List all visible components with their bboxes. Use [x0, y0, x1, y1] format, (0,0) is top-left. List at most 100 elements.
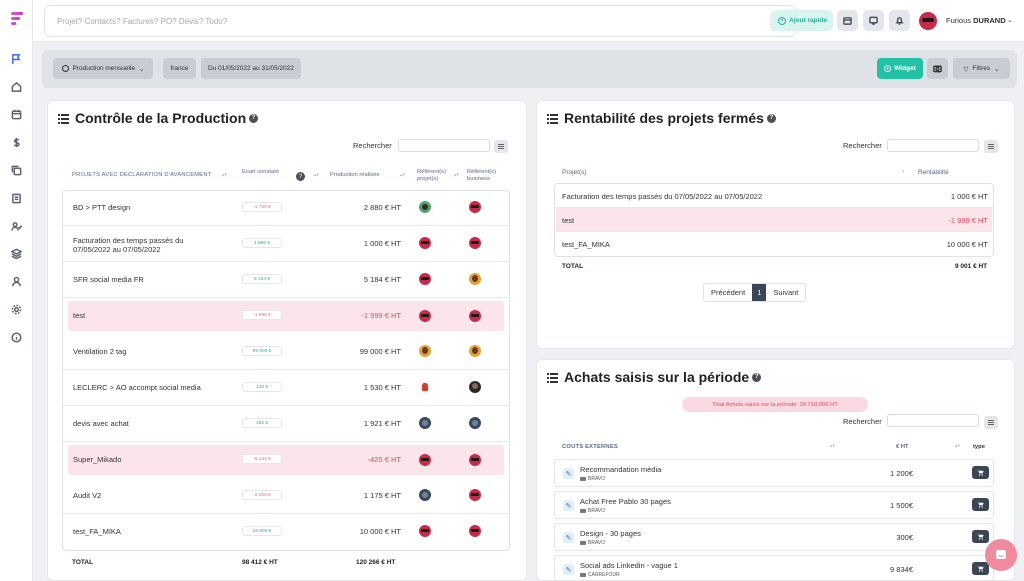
cart-button[interactable] [972, 562, 989, 575]
edit-icon[interactable]: ✎ [563, 532, 574, 543]
avatar[interactable] [419, 489, 431, 501]
col-ref-business[interactable]: Référent(s) business [467, 169, 505, 183]
settings-icon[interactable] [9, 302, 24, 317]
period-filter[interactable]: Du 01/05/2022 au 31/05/2022 [201, 58, 301, 79]
avatar[interactable] [469, 417, 481, 429]
avatar[interactable] [419, 237, 431, 249]
table-row[interactable]: BD > PTT design -1 720 € 2 880 € HT [63, 190, 509, 226]
avatar[interactable] [419, 454, 431, 466]
global-search-field[interactable]: Projet? Contacts? Factures? PO? Devis? T… [44, 5, 796, 37]
list-item[interactable]: ✎ Social ads Linkedin - vague 1 CARREFOU… [554, 555, 994, 581]
avatar[interactable] [419, 525, 431, 537]
avatar[interactable] [469, 237, 481, 249]
avatar[interactable] [469, 381, 481, 393]
table-row[interactable]: test -1 999 € -1 999 € HT [68, 301, 504, 331]
edit-icon[interactable]: ✎ [563, 564, 574, 575]
view-select[interactable]: Production mensuelle ⌄ [53, 58, 153, 79]
sort-icon[interactable]: ▴▾ [955, 443, 960, 449]
cart-button[interactable] [972, 466, 989, 479]
file-icon[interactable] [9, 191, 24, 206]
calendar-icon[interactable] [9, 107, 24, 122]
quick-add-button[interactable]: + Ajout rapide [772, 10, 833, 31]
table-row[interactable]: LECLERC > AO accompt social media 130 € … [63, 370, 509, 406]
widget-button[interactable]: + Widget [877, 58, 923, 79]
table-row[interactable]: test_FA_MIKA 10 000 € 10 000 € HT [63, 514, 509, 550]
avatar[interactable] [419, 417, 431, 429]
screen-button[interactable] [863, 10, 884, 31]
achats-search-input[interactable] [887, 414, 979, 427]
help-icon[interactable]: ? [296, 172, 305, 181]
sort-icon[interactable]: ▴▾ [400, 172, 405, 178]
help-icon[interactable]: ? [752, 372, 762, 382]
rentabilite-menu-button[interactable] [984, 140, 998, 153]
next-page-button[interactable]: Suivant [766, 284, 805, 301]
avatar[interactable] [419, 201, 431, 213]
page-1-button[interactable]: 1 [752, 284, 767, 301]
sort-icon[interactable]: ▴▾ [454, 172, 459, 178]
layers-icon[interactable] [9, 246, 24, 261]
flag-icon[interactable] [9, 52, 24, 67]
global-search-input[interactable]: Projet? Contacts? Factures? PO? Devis? T… [57, 17, 227, 26]
avatar[interactable] [469, 345, 481, 357]
col-ref-project[interactable]: Référent(s) projet(s) [417, 169, 457, 183]
app-logo[interactable] [11, 12, 23, 26]
avatar[interactable] [469, 489, 481, 501]
help-icon[interactable]: ? [249, 113, 259, 123]
chevron-down-icon[interactable]: ⌄ [1007, 16, 1013, 24]
table-row[interactable]: Facturation des temps passés du 07/05/20… [63, 226, 509, 262]
col-ach-name[interactable]: COUTS EXTERNES [562, 444, 618, 450]
sort-icon[interactable]: ▴▾ [830, 443, 835, 449]
info-icon[interactable] [9, 330, 24, 345]
col-rt-project[interactable]: Projet(s) [562, 169, 587, 176]
cart-button[interactable] [972, 498, 989, 511]
sort-icon[interactable]: ↑ ▾ [898, 169, 904, 175]
table-row[interactable]: test_FA_MIKA 10 000 € HT [554, 232, 994, 256]
country-filter[interactable]: france [163, 58, 196, 79]
copy-icon[interactable] [9, 163, 24, 178]
list-item[interactable]: ✎ Recommandation média BRAVO 1 200€ [554, 459, 994, 487]
avatar[interactable] [469, 273, 481, 285]
table-row[interactable]: test -1 999 € HT [556, 208, 992, 232]
table-row[interactable]: Ventilation 2 tag 99 000 € 99 000 € HT [63, 334, 509, 370]
avatar[interactable] [419, 310, 431, 322]
production-menu-button[interactable] [494, 140, 508, 153]
edit-icon[interactable]: ✎ [563, 468, 574, 479]
dollar-icon[interactable] [9, 135, 24, 150]
table-row[interactable]: devis avec achat 180 € 1 921 € HT [63, 406, 509, 442]
sort-icon[interactable]: ▴▾ [222, 172, 227, 178]
avatar[interactable] [419, 273, 431, 285]
table-row[interactable]: SFR social media FR 5 184 € 5 184 € HT [63, 262, 509, 298]
avatar[interactable] [419, 345, 431, 357]
chat-launcher-button[interactable] [985, 539, 1017, 571]
table-row[interactable]: Super_Mikado -6 144 € -425 € HT [68, 445, 504, 475]
avatar[interactable] [469, 454, 481, 466]
screenshot-button[interactable] [927, 58, 948, 79]
col-ach-ht[interactable]: € HT [896, 444, 909, 450]
sort-icon[interactable]: ▴▾ [314, 172, 319, 178]
col-production[interactable]: Production réalisée [330, 172, 380, 178]
avatar[interactable] [469, 310, 481, 322]
col-rt-value[interactable]: Rentabilité [918, 169, 949, 176]
table-row[interactable]: Facturation des temps passés du 07/05/20… [554, 184, 994, 208]
calendar-button[interactable] [837, 10, 858, 31]
help-icon[interactable]: ? [766, 113, 776, 123]
home-icon[interactable] [9, 79, 24, 94]
user-icon[interactable] [9, 274, 24, 289]
cart-button[interactable] [972, 530, 989, 543]
filters-button[interactable]: ▽ Filtres ⌄ [953, 58, 1010, 79]
avatar[interactable] [469, 525, 481, 537]
col-gap[interactable]: Ecart constaté [242, 169, 279, 175]
user-name[interactable]: Furious DURAND [946, 16, 1006, 25]
rentabilite-search-input[interactable] [887, 139, 979, 152]
list-item[interactable]: ✎ Achat Free Pablo 30 pages BRAVO 1 500€ [554, 491, 994, 519]
production-search-input[interactable] [398, 139, 490, 152]
notifications-button[interactable] [889, 10, 910, 31]
users-icon[interactable] [9, 219, 24, 234]
edit-icon[interactable]: ✎ [563, 500, 574, 511]
avatar[interactable] [419, 381, 431, 393]
col-project[interactable]: PROJETS AVEC DECLARATION D'AVANCEMENT [72, 172, 232, 178]
list-item[interactable]: ✎ Design - 30 pages BRAVO 300€ [554, 523, 994, 551]
prev-page-button[interactable]: Précédent [704, 284, 752, 301]
table-row[interactable]: Audit V2 -2 200 € 1 175 € HT [63, 478, 509, 514]
achats-menu-button[interactable] [984, 416, 998, 429]
